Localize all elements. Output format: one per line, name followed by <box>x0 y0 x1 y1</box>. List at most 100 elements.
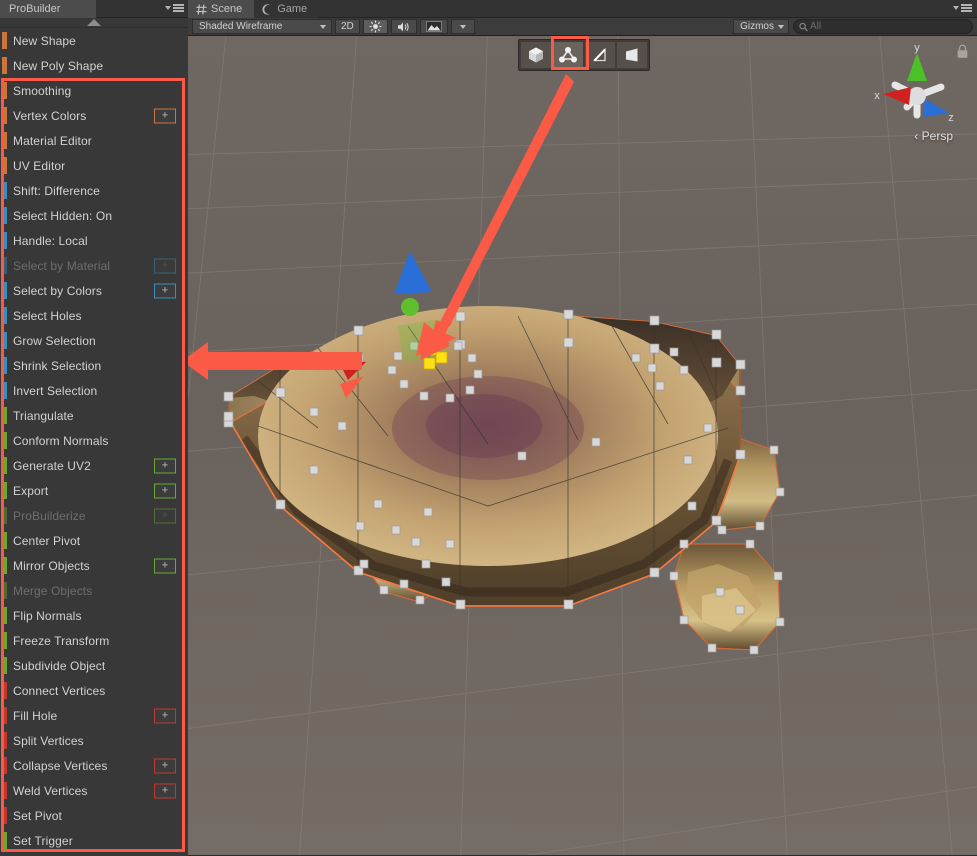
probuilder-action-select-holes[interactable]: Select Holes <box>0 303 188 328</box>
scene-options-menu-button[interactable] <box>953 4 972 12</box>
gizmo-axis-z <box>923 99 949 117</box>
tab-game-label: Game <box>277 3 307 15</box>
probuilder-action-flip-normals[interactable]: Flip Normals <box>0 603 188 628</box>
action-category-bar <box>2 832 7 849</box>
probuilder-action-set-pivot[interactable]: Set Pivot <box>0 803 188 828</box>
edge-mode-button[interactable] <box>585 42 615 68</box>
vertex-mode-button[interactable] <box>553 42 583 68</box>
probuilder-action-invert-selection[interactable]: Invert Selection <box>0 378 188 403</box>
probuilder-action-set-trigger[interactable]: Set Trigger <box>0 828 188 853</box>
probuilder-action-probuilderize: ProBuilderize + <box>0 503 188 528</box>
chevron-down-icon <box>165 6 171 10</box>
probuilder-action-material-editor[interactable]: Material Editor <box>0 128 188 153</box>
gizmo-x-axis <box>338 360 366 380</box>
probuilder-action-uv-editor[interactable]: UV Editor <box>0 153 188 178</box>
action-category-bar <box>2 57 7 74</box>
effects-dropdown-button[interactable] <box>451 19 475 34</box>
action-options-button[interactable]: + <box>154 458 176 473</box>
probuilder-action-subdivide-object[interactable]: Subdivide Object <box>0 653 188 678</box>
probuilder-action-shift-difference[interactable]: Shift: Difference <box>0 178 188 203</box>
bowl-inner-floor <box>258 306 718 566</box>
projection-mode-toggle[interactable]: ‹ Persp <box>914 129 953 143</box>
action-options-button[interactable]: + <box>154 783 176 798</box>
probuilder-action-smoothing[interactable]: Smoothing <box>0 78 188 103</box>
gizmo-x-label: x <box>874 90 880 102</box>
probuilder-action-new-shape[interactable]: New Shape <box>0 28 188 53</box>
probuilder-action-vertex-colors[interactable]: Vertex Colors+ <box>0 103 188 128</box>
probuilder-action-triangulate[interactable]: Triangulate <box>0 403 188 428</box>
action-label: Select Hidden: On <box>13 209 112 223</box>
vertex-handles-layer <box>188 36 977 855</box>
action-options-button[interactable]: + <box>154 758 176 773</box>
scene-tabbar-filler <box>319 0 977 17</box>
probuilder-action-weld-vertices[interactable]: Weld Vertices+ <box>0 778 188 803</box>
action-label: ProBuilderize <box>13 509 86 523</box>
action-label: Freeze Transform <box>13 634 109 648</box>
probuilder-action-fill-hole[interactable]: Fill Hole+ <box>0 703 188 728</box>
probuilder-action-center-pivot[interactable]: Center Pivot <box>0 528 188 553</box>
action-label: Center Pivot <box>13 534 80 548</box>
action-options-button[interactable]: + <box>154 483 176 498</box>
action-category-bar <box>2 132 7 149</box>
probuilder-action-new-poly-shape[interactable]: New Poly Shape <box>0 53 188 78</box>
collapse-triangle-icon <box>87 19 101 26</box>
chevron-down-icon <box>953 6 959 10</box>
face-mode-button[interactable] <box>617 42 647 68</box>
scene-viewport[interactable]: y x z ‹ Persp <box>188 36 977 855</box>
transform-move-gizmo[interactable] <box>188 36 977 855</box>
probuilder-action-connect-vertices[interactable]: Connect Vertices <box>0 678 188 703</box>
action-options-button[interactable]: + <box>154 708 176 723</box>
probuilder-action-merge-objects: Merge Objects <box>0 578 188 603</box>
action-category-bar <box>2 657 7 674</box>
panel-options-menu-button[interactable] <box>165 4 184 12</box>
probuilder-action-mirror-objects[interactable]: Mirror Objects+ <box>0 553 188 578</box>
tab-probuilder[interactable]: ProBuilder <box>0 0 96 18</box>
action-options-button[interactable]: + <box>154 558 176 573</box>
scene-search-placeholder: All <box>810 21 821 32</box>
action-label: Connect Vertices <box>13 684 105 698</box>
action-label: UV Editor <box>13 159 65 173</box>
probuilder-action-collapse-vertices[interactable]: Collapse Vertices + <box>0 753 188 778</box>
toggle-lighting-button[interactable] <box>363 19 388 34</box>
panel-collapse-handle[interactable] <box>0 18 188 28</box>
probuilder-action-select-by-colors[interactable]: Select by Colors+ <box>0 278 188 303</box>
probuilder-action-list: New ShapeNew Poly ShapeSmoothingVertex C… <box>0 28 188 853</box>
toggle-effects-button[interactable] <box>420 19 448 34</box>
probuilder-action-grow-selection[interactable]: Grow Selection <box>0 328 188 353</box>
scene-view-panel: Scene Game Shaded Wireframe 2D <box>188 0 977 856</box>
action-label: Collapse Vertices <box>13 759 107 773</box>
action-options-button[interactable]: + <box>154 283 176 298</box>
probuilder-action-handle-local[interactable]: Handle: Local <box>0 228 188 253</box>
tab-game[interactable]: Game <box>254 0 319 18</box>
action-options-button: + <box>154 258 176 273</box>
action-category-bar <box>2 382 7 399</box>
tab-scene[interactable]: Scene <box>188 0 254 18</box>
scene-toolbar-right-group: Gizmos All <box>733 19 973 34</box>
toggle-2d-button[interactable]: 2D <box>335 19 360 34</box>
draw-mode-dropdown[interactable]: Shaded Wireframe <box>192 19 332 34</box>
bowl-selection-outline <box>228 418 740 606</box>
probuilder-action-split-vertices[interactable]: Split Vertices <box>0 728 188 753</box>
action-label: Shift: Difference <box>13 184 100 198</box>
probuilder-action-conform-normals[interactable]: Conform Normals <box>0 428 188 453</box>
tab-scene-label: Scene <box>211 3 242 15</box>
toggle-audio-button[interactable] <box>391 19 417 34</box>
chevron-down-icon <box>460 25 466 29</box>
unity-editor-window: ProBuilder New ShapeNew Poly ShapeSmooth… <box>0 0 977 856</box>
probuilder-action-freeze-transform[interactable]: Freeze Transform <box>0 628 188 653</box>
action-category-bar <box>2 757 7 774</box>
probuilder-action-shrink-selection[interactable]: Shrink Selection <box>0 353 188 378</box>
action-category-bar <box>2 182 7 199</box>
action-options-button[interactable]: + <box>154 108 176 123</box>
action-category-bar <box>2 607 7 624</box>
probuilder-action-generate-uv2[interactable]: Generate UV2+ <box>0 453 188 478</box>
action-category-bar <box>2 557 7 574</box>
action-category-bar <box>2 707 7 724</box>
gizmos-dropdown[interactable]: Gizmos <box>733 19 789 34</box>
probuilder-action-select-hidden-on[interactable]: Select Hidden: On <box>0 203 188 228</box>
scene-search-input[interactable]: All <box>793 19 973 34</box>
probuilder-action-export[interactable]: Export+ <box>0 478 188 503</box>
action-options-button: + <box>154 508 176 523</box>
lock-icon[interactable] <box>956 44 969 59</box>
object-mode-button[interactable] <box>521 42 551 68</box>
